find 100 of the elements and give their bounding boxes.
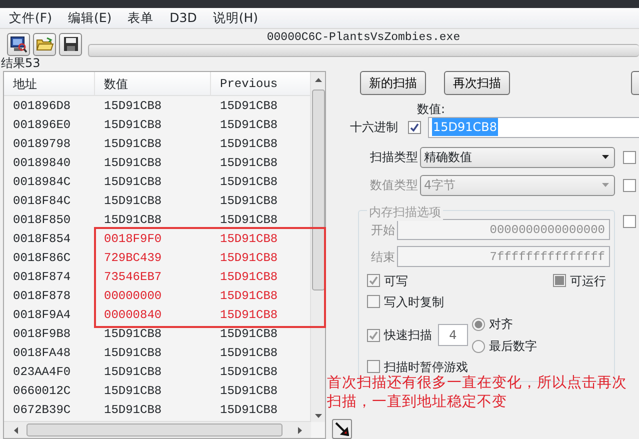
table-cell-text: 15D91CB8 (219, 192, 279, 210)
folder-button[interactable] (33, 32, 56, 56)
table-cell-text: 0018F874 (12, 268, 72, 286)
table-cell-text: 0018FA48 (12, 344, 72, 362)
vertical-scrollbar[interactable] (310, 72, 325, 422)
option-label: 可写 (384, 272, 408, 290)
table-cell-text: 15D91CB8 (219, 230, 279, 248)
option-label: 最后数字 (489, 338, 537, 355)
table-cell-text: 00000840 (103, 306, 163, 324)
digits-field[interactable]: 4 (438, 324, 468, 346)
radio-button[interactable] (472, 318, 485, 330)
table-cell-text: 0018984C (12, 174, 72, 190)
scan-button[interactable]: 新的扫描 (360, 71, 426, 95)
option-label: 写入时复制 (384, 294, 444, 310)
table-cell-text: 15D91CB8 (103, 364, 163, 380)
table-cell-text: 15D91CB8 (219, 344, 279, 362)
table-cell-text: 15D91CB8 (103, 174, 163, 190)
option-label: 可运行 (570, 272, 606, 290)
dropdown-arrow-icon (602, 155, 609, 159)
value-type-label: 数值类型 (369, 177, 418, 194)
table-cell-text: 0018F9F0 (103, 230, 163, 248)
checkbox[interactable] (367, 360, 380, 373)
floppy-disk-button[interactable] (59, 32, 82, 56)
checkbox[interactable] (623, 178, 636, 192)
column-header[interactable]: 地址 (4, 72, 95, 95)
table-cell-text: 0660012C (12, 382, 72, 400)
table-cell-text: 15D91CB8 (219, 288, 279, 304)
option-label: 快速扫描 (384, 327, 432, 344)
table-cell-text: 15D91CB8 (103, 326, 163, 342)
checkbox[interactable] (623, 215, 636, 228)
table-cell-text: 0018F84C (12, 192, 72, 210)
table-cell-text: 15D91CB8 (219, 326, 279, 342)
checkbox[interactable] (367, 295, 380, 308)
hex-label: 十六进制 (349, 119, 398, 136)
table-cell-text: 15D91CB8 (219, 382, 279, 400)
checkbox[interactable] (367, 328, 380, 342)
table-cell-text: 15D91CB8 (103, 136, 163, 152)
table-cell-text: 023AA4F0 (12, 364, 72, 380)
table-cell-text: 15D91CB8 (219, 174, 279, 190)
table-cell-text: 0018F9B8 (12, 326, 72, 342)
arrow-button[interactable] (332, 419, 352, 439)
computer-icon (10, 36, 27, 52)
table-cell-text: 15D91CB8 (103, 116, 163, 134)
table-cell-text: 15D91CB8 (219, 212, 279, 228)
menu-item[interactable]: 编辑(E) (68, 8, 112, 28)
table-cell-text: 15D91CB8 (103, 192, 163, 210)
value-label: 数值: (417, 103, 446, 116)
checkbox[interactable] (623, 150, 636, 164)
table-cell-text: 0672B39C (12, 402, 72, 418)
table-cell-text: 0018F9A4 (12, 306, 72, 324)
arrow-icon (335, 422, 349, 436)
table-cell-text: 15D91CB8 (103, 344, 163, 362)
table-cell-text: 15D91CB8 (219, 98, 279, 114)
column-header[interactable]: 数值 (95, 72, 211, 95)
table-cell-text: 00000000 (103, 288, 163, 304)
table-cell-text: 001896E0 (12, 116, 72, 134)
radio-button[interactable] (472, 340, 485, 352)
menu-item[interactable]: 表单 (128, 8, 154, 28)
checkbox[interactable] (367, 274, 380, 287)
results-count: 结果53 (0, 57, 42, 70)
checkbox[interactable] (408, 120, 421, 134)
group-title: 内存扫描选项 (367, 203, 443, 221)
table-cell-text: 0018F854 (12, 230, 72, 248)
menu-item[interactable]: 说明(H) (212, 8, 258, 28)
computer-button[interactable] (7, 32, 30, 56)
table-cell-text: 15D91CB8 (219, 306, 279, 324)
dropdown-arrow-icon (602, 183, 609, 187)
horizontal-scrollbar[interactable] (4, 421, 311, 438)
table-cell-text: 15D91CB8 (219, 154, 279, 172)
table-cell-text: 15D91CB8 (103, 402, 163, 418)
folder-icon (36, 36, 54, 52)
scan-type-dropdown[interactable]: 精确数值 (420, 146, 615, 168)
table-cell-text: 729BC439 (103, 250, 163, 266)
checkbox[interactable] (553, 274, 566, 287)
process-title: 00000C6C-PlantsVsZombies.exe (266, 32, 462, 44)
scan-button[interactable]: 再次扫描 (444, 71, 510, 95)
table-cell-text: 15D91CB8 (103, 98, 163, 114)
table-cell-text: 73546EB7 (103, 268, 163, 286)
table-cell-text: 15D91CB8 (219, 136, 279, 152)
table-cell-text: 0018F86C (12, 250, 72, 266)
table-cell-text: 15D91CB8 (103, 212, 163, 228)
table-cell-text: 15D91CB8 (219, 250, 279, 266)
option-label: 扫描时暂停游戏 (384, 358, 468, 375)
cut-off-button[interactable] (631, 71, 639, 95)
table-cell-text: 15D91CB8 (219, 116, 279, 134)
table-cell-text: 0018F850 (12, 212, 72, 228)
table-cell-text: 15D91CB8 (103, 154, 163, 172)
table-cell-text: 001896D8 (12, 98, 72, 114)
menu-item[interactable]: 文件(F) (9, 8, 52, 28)
table-cell-text: 00189798 (12, 136, 72, 152)
table-cell-text: 00189840 (12, 154, 72, 172)
range-label: 结束 (370, 248, 395, 266)
table-cell-text: 15D91CB8 (103, 382, 163, 400)
option-label: 对齐 (489, 316, 513, 333)
table-cell-text: 15D91CB8 (219, 402, 279, 418)
table-cell-text: 0018F878 (12, 288, 72, 304)
scan-type-label: 扫描类型 (369, 149, 418, 166)
range-label: 开始 (370, 222, 395, 238)
menu-item[interactable]: D3D (170, 8, 197, 28)
table-cell-text: 15D91CB8 (219, 364, 279, 380)
